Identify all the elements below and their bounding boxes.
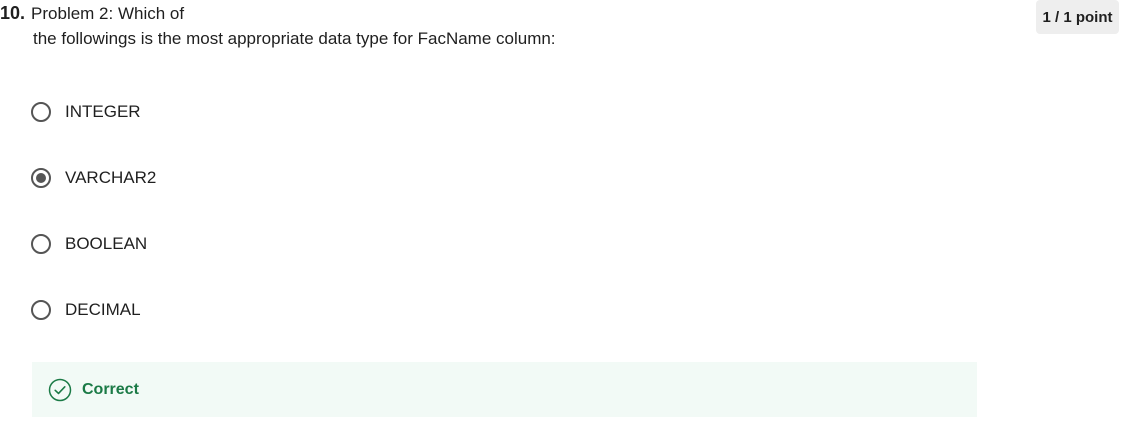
option-label: VARCHAR2 [65, 168, 157, 187]
option-boolean[interactable]: BOOLEAN [31, 230, 431, 258]
option-label: INTEGER [65, 102, 141, 121]
option-varchar2[interactable]: VARCHAR2 [31, 164, 431, 192]
question-number: 10. [0, 3, 26, 23]
radio-button[interactable] [31, 102, 51, 122]
option-integer[interactable]: INTEGER [31, 98, 431, 126]
radio-button-selected[interactable] [31, 168, 51, 188]
question-text-line-2: the followings is the most appropriate d… [33, 29, 556, 48]
check-circle-icon [48, 378, 72, 401]
radio-button[interactable] [31, 300, 51, 320]
score-badge: 1 / 1 point [1036, 0, 1119, 34]
option-label: BOOLEAN [65, 234, 148, 253]
feedback-label: Correct [82, 380, 139, 398]
option-label: DECIMAL [65, 300, 141, 319]
radio-button[interactable] [31, 234, 51, 254]
question-prompt-line-1: 10. Problem 2: Which of [0, 2, 184, 25]
feedback-banner: Correct [32, 362, 977, 417]
option-decimal[interactable]: DECIMAL [31, 296, 431, 324]
question-text-line-1: Problem 2: Which of [31, 4, 185, 23]
